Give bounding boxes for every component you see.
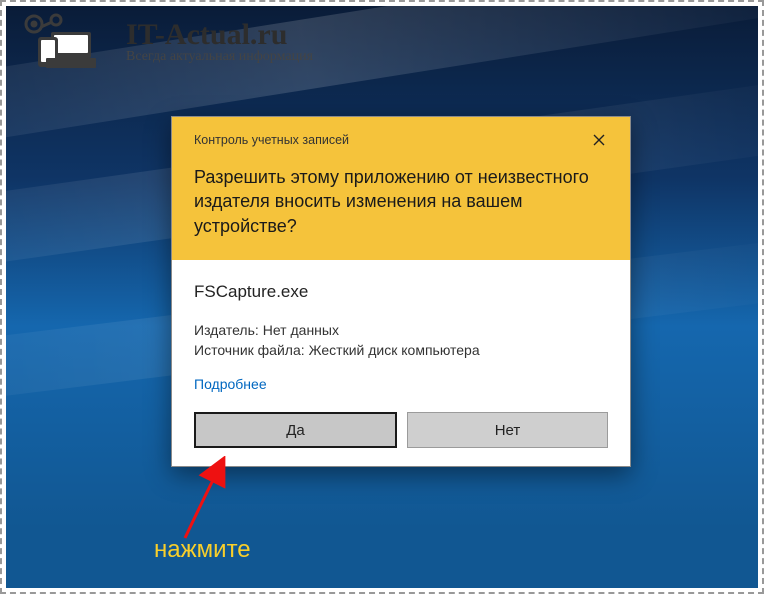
watermark-title: IT-Actual.ru (126, 19, 313, 51)
desktop-background: IT-Actual.ru Всегда актуальная информаци… (6, 6, 758, 588)
details-link[interactable]: Подробнее (194, 376, 267, 392)
no-button[interactable]: Нет (407, 412, 608, 448)
watermark-subtitle: Всегда актуальная информация (126, 50, 313, 65)
uac-button-row: Да Нет (194, 412, 608, 448)
file-source-value: Жесткий диск компьютера (309, 340, 480, 360)
uac-titlebar-text: Контроль учетных записей (194, 133, 349, 147)
uac-header: Контроль учетных записей Разрешить этому… (172, 117, 630, 260)
yes-button[interactable]: Да (194, 412, 397, 448)
annotation-arrow-icon (170, 456, 250, 546)
uac-question-text: Разрешить этому приложению от неизвестно… (194, 165, 608, 238)
file-source-label: Источник файла: (194, 340, 305, 360)
publisher-value: Нет данных (263, 320, 339, 340)
annotation-label: нажмите (154, 536, 251, 564)
close-icon[interactable] (590, 131, 608, 149)
uac-body: FSCapture.exe Издатель: Нет данных Источ… (172, 260, 630, 467)
uac-app-name: FSCapture.exe (194, 282, 608, 302)
uac-metadata: Издатель: Нет данных Источник файла: Жес… (194, 320, 608, 361)
watermark-logo-icon (16, 12, 116, 72)
uac-dialog: Контроль учетных записей Разрешить этому… (171, 116, 631, 467)
publisher-label: Издатель: (194, 320, 259, 340)
site-watermark: IT-Actual.ru Всегда актуальная информаци… (16, 12, 313, 72)
